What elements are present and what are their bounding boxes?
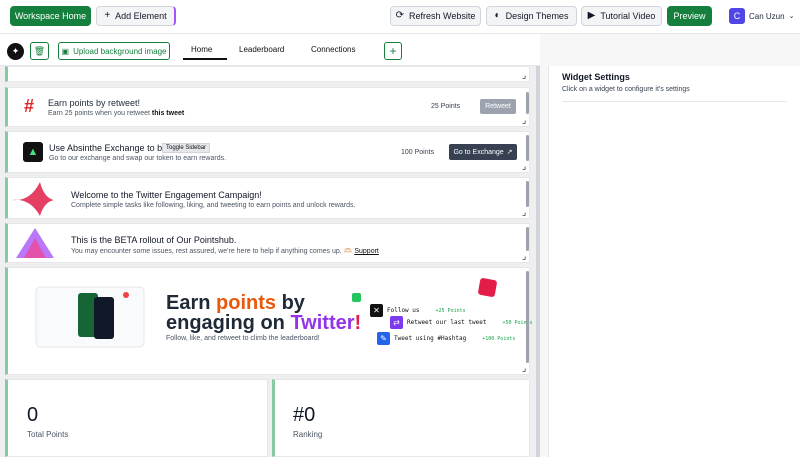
widget-scrollbar[interactable] — [526, 271, 529, 363]
go-to-exchange-button[interactable]: Go to Exchange ↗ — [449, 144, 517, 160]
sparkle-icon[interactable]: ✦ — [7, 43, 24, 60]
tab-active-indicator — [183, 58, 227, 60]
check-icon — [352, 293, 361, 302]
beta-graphic-icon — [16, 228, 54, 258]
workspace-home-button[interactable]: Workspace Home — [10, 6, 91, 26]
tab-home[interactable]: Home — [191, 45, 212, 54]
widget-settings-title: Widget Settings — [562, 72, 630, 82]
refresh-icon: ⟳ — [395, 10, 404, 21]
exchange-points: 100 Points — [401, 149, 435, 156]
avatar: C — [729, 8, 745, 24]
divider — [562, 101, 787, 102]
plus-icon: + — [104, 10, 111, 21]
banner-task-tweet: ✎ Tweet using #Hashtag +100 Points — [377, 332, 515, 345]
banner-subtitle: Follow, like, and retweet to climb the l… — [166, 335, 320, 342]
tab-connections[interactable]: Connections — [311, 45, 355, 54]
retweet-points: 25 Points — [431, 103, 461, 110]
widget-scrollbar[interactable] — [526, 92, 529, 114]
toggle-sidebar-tooltip: Toggle Sidebar — [162, 143, 211, 153]
widget-scrollbar[interactable] — [526, 181, 529, 207]
external-link-icon: ↗ — [506, 149, 513, 156]
resize-handle-icon[interactable]: ⌟ — [522, 115, 526, 126]
add-tab-button[interactable]: + — [384, 42, 402, 60]
exchange-logo-icon: ▲ — [23, 142, 43, 162]
beta-title: This is the BETA rollout of Our Pointshu… — [71, 235, 237, 245]
retweet-title: Earn points by retweet! — [48, 98, 141, 108]
retweet-icon: ⇄ — [390, 316, 403, 329]
image-icon: ▣ — [61, 46, 70, 56]
retweet-button[interactable]: Retweet — [480, 99, 516, 114]
welcome-subtitle: Complete simple tasks like following, li… — [71, 202, 356, 209]
exchange-title: Use Absinthe Exchange to buy — [49, 143, 172, 153]
beta-subtitle: You may encounter some issues, rest assu… — [71, 248, 379, 255]
welcome-graphic-icon — [12, 182, 54, 216]
user-name: Can Uzun — [749, 11, 785, 21]
resize-handle-icon[interactable]: ⌟ — [522, 207, 526, 218]
x-logo-icon: ✕ — [370, 304, 383, 317]
like-icon — [477, 277, 498, 298]
canvas-scrollbar[interactable] — [536, 66, 540, 457]
ranking-value: #0 — [293, 404, 316, 426]
upload-background-button[interactable]: ▣ Upload background image — [58, 42, 170, 60]
palette-icon: ◐ — [494, 10, 501, 21]
widget-scrollbar[interactable] — [526, 135, 529, 161]
total-points-value: 0 — [27, 404, 39, 426]
retweet-subtitle: Earn 25 points when you retweet this twe… — [48, 110, 185, 117]
resize-handle-icon[interactable]: ⌟ — [522, 161, 526, 172]
banner-heading-line2: engaging on Twitter! — [166, 312, 362, 334]
resize-handle-icon[interactable]: ⌟ — [522, 70, 526, 81]
welcome-title: Welcome to the Twitter Engagement Campai… — [71, 190, 262, 200]
exchange-subtitle: Go to our exchange and swap our token to… — [49, 155, 227, 162]
tab-leaderboard[interactable]: Leaderboard — [239, 45, 284, 54]
preview-button[interactable]: Preview — [667, 6, 712, 26]
support-link[interactable]: Support — [354, 248, 379, 255]
chevron-down-icon: ⌄ — [788, 13, 795, 20]
phone-mockup-graphic — [35, 286, 145, 348]
widget-partial[interactable] — [5, 66, 530, 82]
widget-settings-panel — [548, 66, 800, 457]
trash-icon[interactable]: 🗑 — [30, 42, 49, 60]
banner-task-retweet: ⇄ Retweet our last tweet +50 Points — [390, 316, 533, 329]
ranking-label: Ranking — [293, 430, 323, 439]
widget-total-points[interactable] — [5, 379, 268, 457]
user-menu[interactable]: C Can Uzun ⌄ — [729, 6, 794, 26]
widget-settings-hint: Click on a widget to configure it's sett… — [562, 86, 690, 93]
design-themes-button[interactable]: ◐ Design Themes — [486, 6, 577, 26]
play-icon: ▶ — [587, 10, 596, 21]
pencil-icon: ✎ — [377, 332, 390, 345]
refresh-website-button[interactable]: ⟳ Refresh Website — [390, 6, 481, 26]
widget-scrollbar[interactable] — [526, 227, 529, 251]
resize-handle-icon[interactable]: ⌟ — [522, 363, 526, 374]
hashtag-icon: # — [24, 96, 35, 116]
add-element-button[interactable]: + Add Element — [96, 6, 176, 26]
total-points-label: Total Points — [27, 430, 69, 439]
tutorial-video-button[interactable]: ▶ Tutorial Video — [581, 6, 662, 26]
resize-handle-icon[interactable]: ⌟ — [522, 251, 526, 262]
